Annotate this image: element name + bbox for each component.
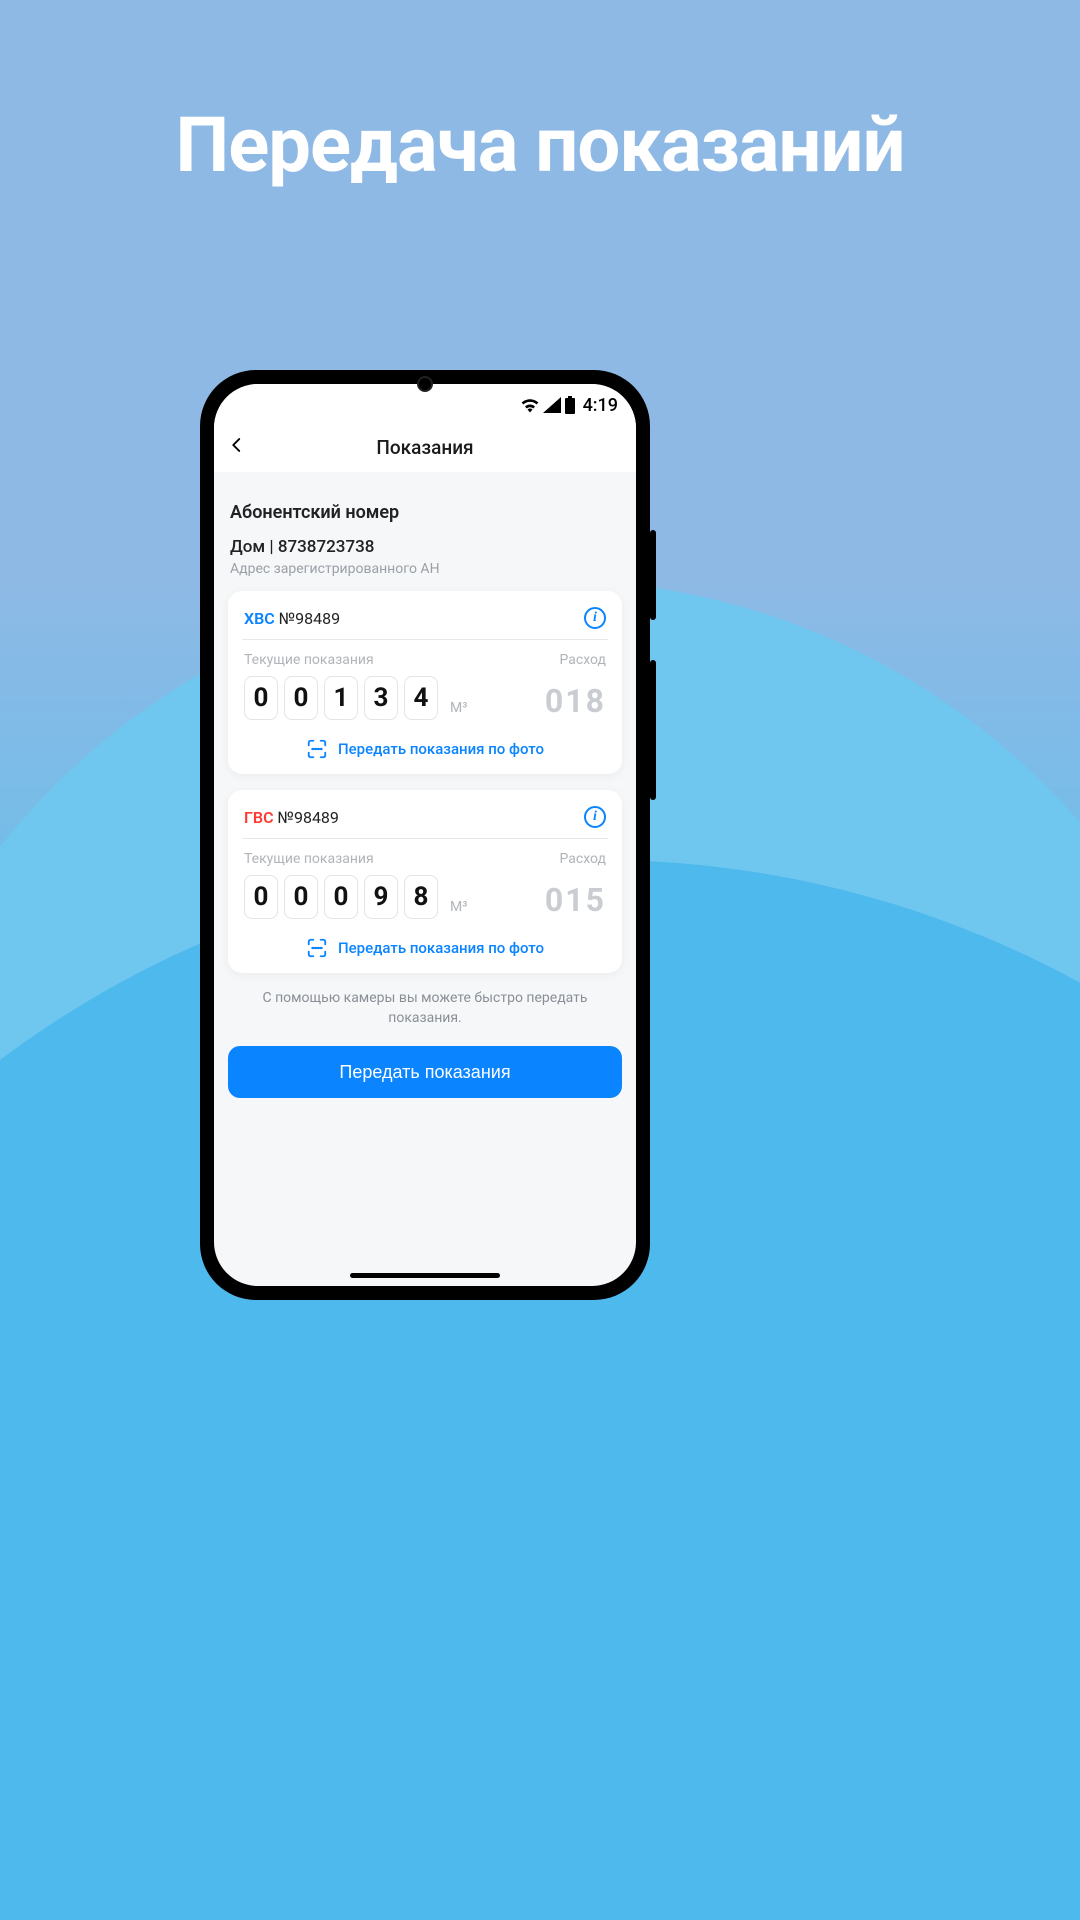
digit[interactable]: 0: [324, 875, 358, 919]
info-icon[interactable]: i: [584, 607, 606, 629]
scan-icon: [306, 738, 328, 760]
digit[interactable]: 8: [404, 875, 438, 919]
phone-screen: 4:19 Показания Абонентский номер Дом | 8…: [214, 384, 636, 1286]
digit[interactable]: 0: [244, 676, 278, 720]
digit[interactable]: 1: [324, 676, 358, 720]
app-bar: Показания: [214, 422, 636, 472]
meter-card-hot: ГВС №98489 i Текущие показания Расход 0 …: [228, 790, 622, 973]
meter-number-hot: №98489: [278, 808, 339, 827]
phone-side-button-2: [650, 660, 656, 800]
photo-link-cold[interactable]: Передать показания по фото: [244, 734, 606, 760]
scan-icon: [306, 937, 328, 959]
meter-tag-cold: ХВС: [244, 609, 275, 628]
wifi-icon: [520, 397, 540, 413]
back-button[interactable]: [228, 436, 246, 458]
reading-digits-hot[interactable]: 0 0 0 9 8 М³: [244, 875, 467, 919]
consumption-value-hot: 015: [545, 881, 606, 919]
meter-tag-hot: ГВС: [244, 808, 274, 827]
digit[interactable]: 0: [284, 875, 318, 919]
digit[interactable]: 0: [284, 676, 318, 720]
phone-camera-dot: [417, 376, 433, 392]
phone-side-button-1: [650, 530, 656, 620]
consumption-value-cold: 018: [545, 682, 606, 720]
consumption-label: Расход: [560, 851, 606, 867]
account-address: Адрес зарегистрированного АН: [230, 561, 622, 577]
chevron-left-icon: [228, 436, 246, 454]
submit-readings-button[interactable]: Передать показания: [228, 1046, 622, 1098]
home-indicator: [350, 1273, 500, 1278]
photo-link-hot[interactable]: Передать показания по фото: [244, 933, 606, 959]
promo-background: Передача показаний 4:19 Показания Абонен…: [0, 0, 1080, 1920]
meter-id-cold: ХВС №98489: [244, 609, 340, 628]
meter-card-cold: ХВС №98489 i Текущие показания Расход 0 …: [228, 591, 622, 774]
divider: [242, 838, 608, 839]
digit[interactable]: 3: [364, 676, 398, 720]
account-line: Дом | 8738723738: [230, 537, 622, 557]
app-bar-title: Показания: [376, 436, 473, 459]
consumption-label: Расход: [560, 652, 606, 668]
status-time: 4:19: [583, 395, 618, 416]
photo-link-label: Передать показания по фото: [338, 740, 544, 758]
photo-link-label: Передать показания по фото: [338, 939, 544, 957]
info-icon[interactable]: i: [584, 806, 606, 828]
current-label: Текущие показания: [244, 652, 374, 668]
hero-title: Передача показаний: [0, 100, 1080, 190]
helper-text: С помощью камеры вы можете быстро переда…: [244, 989, 606, 1028]
reading-digits-cold[interactable]: 0 0 1 3 4 М³: [244, 676, 467, 720]
account-section-label: Абонентский номер: [230, 502, 622, 523]
signal-icon: [543, 397, 561, 413]
digit[interactable]: 9: [364, 875, 398, 919]
phone-frame: 4:19 Показания Абонентский номер Дом | 8…: [200, 370, 650, 1300]
divider: [242, 639, 608, 640]
content-area: Абонентский номер Дом | 8738723738 Адрес…: [214, 472, 636, 1286]
meter-number-cold: №98489: [279, 609, 340, 628]
current-label: Текущие показания: [244, 851, 374, 867]
unit-label: М³: [450, 899, 467, 915]
unit-label: М³: [450, 700, 467, 716]
digit[interactable]: 4: [404, 676, 438, 720]
battery-icon: [564, 396, 576, 414]
digit[interactable]: 0: [244, 875, 278, 919]
meter-id-hot: ГВС №98489: [244, 808, 339, 827]
